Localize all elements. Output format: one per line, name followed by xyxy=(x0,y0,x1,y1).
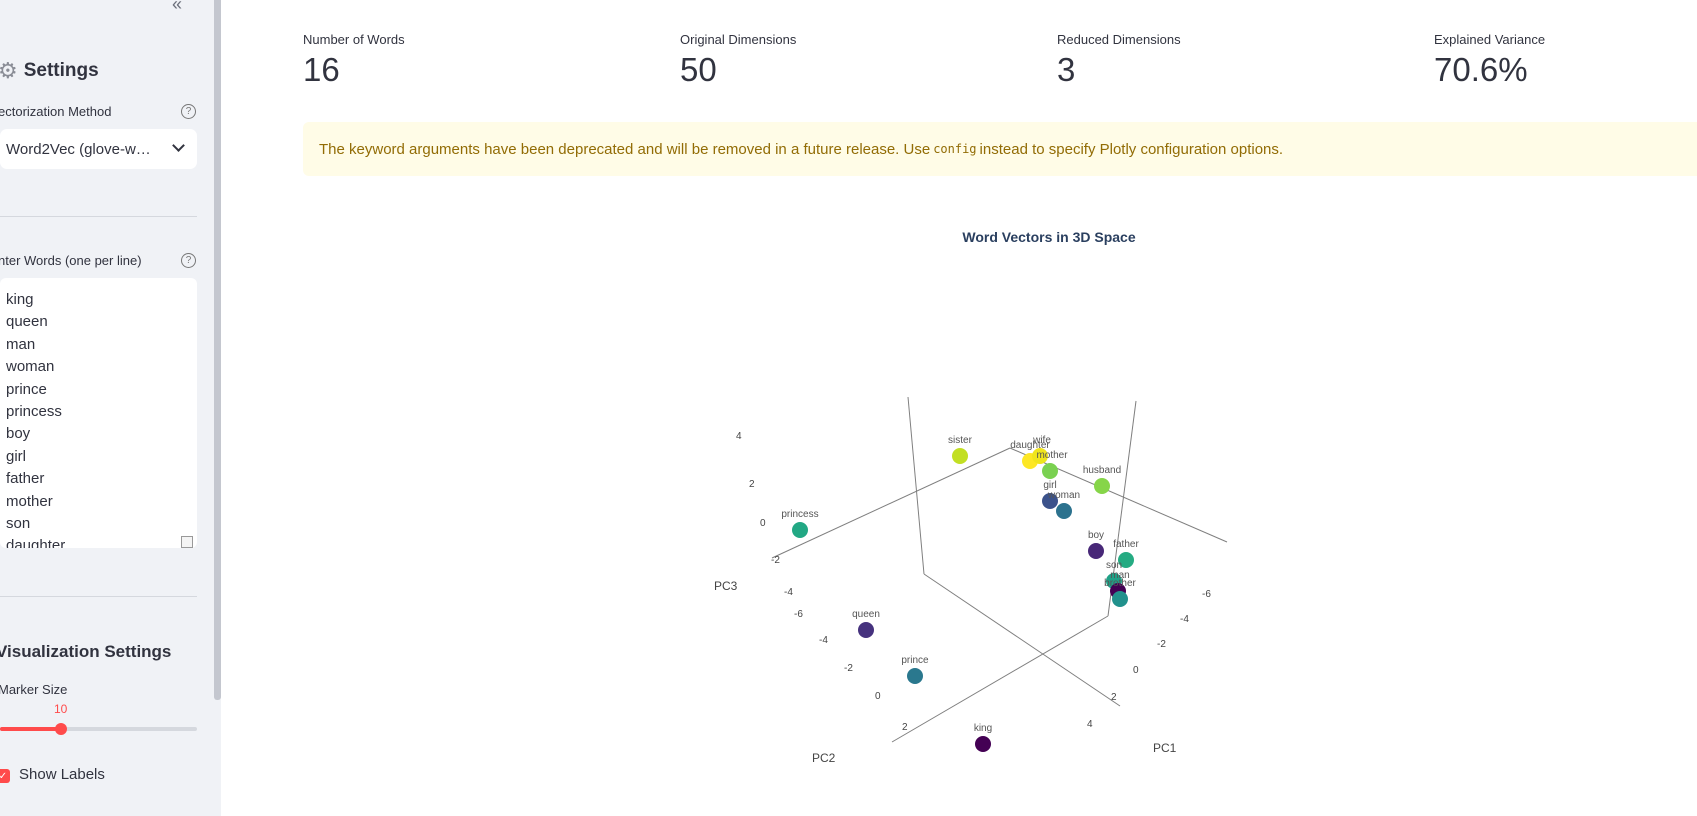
sidebar: « ⚙ Settings ectorization Method ? Word2… xyxy=(0,0,214,816)
chart-title: Word Vectors in 3D Space xyxy=(962,229,1135,245)
warning-text-before: The keyword arguments have been deprecat… xyxy=(319,140,931,158)
tick-label: 0 xyxy=(760,518,766,529)
tick-label: -4 xyxy=(784,587,793,598)
metric-value: 16 xyxy=(303,51,340,88)
collapse-sidebar-icon[interactable]: « xyxy=(172,0,182,15)
data-point-label: king xyxy=(974,723,992,734)
metric-original-dimensions: Original Dimensions 50 xyxy=(680,32,796,89)
axis-title-pc2: PC2 xyxy=(812,751,836,765)
word-line: girl xyxy=(6,447,27,465)
data-point-label: boy xyxy=(1088,530,1104,541)
word-line: father xyxy=(6,470,45,488)
data-point[interactable] xyxy=(975,736,991,752)
metric-label: Original Dimensions xyxy=(680,32,797,47)
warning-code: config xyxy=(933,142,977,156)
data-point-label: princess xyxy=(781,509,818,520)
data-point-label: brother xyxy=(1104,578,1136,589)
chevron-down-icon xyxy=(172,139,185,152)
visualization-settings-title: Visualization Settings xyxy=(0,642,172,661)
data-point[interactable] xyxy=(858,622,874,638)
data-point-label: sister xyxy=(948,435,973,446)
tick-label: -4 xyxy=(819,635,828,646)
words-input-label: nter Words (one per line) xyxy=(0,253,142,268)
data-point-label: husband xyxy=(1083,465,1121,476)
metric-label: Reduced Dimensions xyxy=(1057,32,1181,47)
tick-label: -6 xyxy=(794,609,803,620)
axis-line xyxy=(907,396,925,575)
marker-size-slider-fill xyxy=(0,727,61,731)
tick-label: 4 xyxy=(1087,719,1093,730)
axis-title-pc3: PC3 xyxy=(714,579,738,593)
word-line: man xyxy=(6,335,36,353)
data-point-label: woman xyxy=(1047,490,1080,501)
word-line: queen xyxy=(6,313,48,331)
settings-header: ⚙ Settings xyxy=(0,58,99,84)
marker-size-value: 10 xyxy=(54,702,68,716)
tick-label: 4 xyxy=(736,431,742,442)
resize-handle-icon[interactable] xyxy=(181,536,193,548)
warning-text-after: instead to specify Plotly configuration … xyxy=(979,140,1284,158)
word-line: princess xyxy=(6,403,62,421)
metric-label: Explained Variance xyxy=(1434,32,1546,47)
data-point-label: prince xyxy=(901,655,929,666)
word-line: son xyxy=(6,515,31,533)
tick-label: -2 xyxy=(1157,639,1166,650)
marker-size-slider-thumb[interactable] xyxy=(55,723,67,735)
axis-title-pc1: PC1 xyxy=(1153,741,1177,755)
axis-line xyxy=(891,615,1109,743)
divider xyxy=(0,216,197,217)
word-line: boy xyxy=(6,425,31,443)
deprecation-warning: The keyword arguments have been deprecat… xyxy=(303,122,1697,176)
word-line: king xyxy=(6,291,34,308)
data-point-label: wife xyxy=(1032,435,1051,446)
axis-line xyxy=(771,447,1011,559)
word-line: mother xyxy=(6,492,53,510)
data-point[interactable] xyxy=(1112,591,1128,607)
tick-label: 2 xyxy=(902,722,908,733)
data-point[interactable] xyxy=(1094,478,1110,494)
metric-explained-variance: Explained Variance 70.6% xyxy=(1434,32,1545,89)
tick-label: 2 xyxy=(1111,692,1117,703)
metric-reduced-dimensions: Reduced Dimensions 3 xyxy=(1057,32,1181,89)
word-line: woman xyxy=(6,358,55,376)
help-icon[interactable]: ? xyxy=(181,253,196,268)
sidebar-scrollbar[interactable] xyxy=(214,0,221,700)
metric-label: Number of Words xyxy=(303,32,405,47)
vectorization-method-value: Word2Vec (glove-w… xyxy=(6,140,151,158)
words-textarea[interactable]: king queen man woman prince princess boy girl fa… xyxy=(0,278,197,548)
word-line: prince xyxy=(6,380,47,398)
metric-value: 3 xyxy=(1057,51,1076,88)
show-labels-checkbox[interactable]: ✓ xyxy=(0,769,10,783)
metric-value: 50 xyxy=(680,51,717,88)
data-point[interactable] xyxy=(952,448,968,464)
tick-label: -2 xyxy=(771,555,780,566)
divider xyxy=(0,596,197,597)
data-point[interactable] xyxy=(907,668,923,684)
data-point[interactable] xyxy=(1042,463,1058,479)
tick-label: -2 xyxy=(844,663,853,674)
gear-icon: ⚙ xyxy=(0,58,18,83)
vectorization-method-select[interactable]: Word2Vec (glove-w… xyxy=(0,129,197,169)
metric-value: 70.6% xyxy=(1434,51,1528,88)
data-point-label: mother xyxy=(1036,450,1068,461)
metric-number-of-words: Number of Words 16 xyxy=(303,32,405,89)
tick-label: 2 xyxy=(749,479,755,490)
tick-label: -6 xyxy=(1202,589,1211,600)
data-point[interactable] xyxy=(1056,503,1072,519)
marker-size-label: Marker Size xyxy=(0,682,68,697)
show-labels-label: Show Labels xyxy=(19,766,105,783)
tick-label: -4 xyxy=(1180,614,1189,625)
axis-line xyxy=(923,573,1121,707)
data-point-label: queen xyxy=(852,609,880,620)
data-point[interactable] xyxy=(1088,543,1104,559)
settings-title: Settings xyxy=(23,60,99,81)
data-point[interactable] xyxy=(792,522,808,538)
data-point-label: father xyxy=(1113,539,1139,550)
tick-label: 0 xyxy=(1133,665,1139,676)
tick-label: 0 xyxy=(875,691,881,702)
vectorization-method-label: ectorization Method xyxy=(0,104,112,119)
help-icon[interactable]: ? xyxy=(181,104,196,119)
word-line: daughter xyxy=(6,537,66,548)
word-vectors-3d-chart[interactable]: Word Vectors in 3D Space 4 2 0 -2 -4 -6 -4 -2 0 2… xyxy=(600,215,1697,816)
